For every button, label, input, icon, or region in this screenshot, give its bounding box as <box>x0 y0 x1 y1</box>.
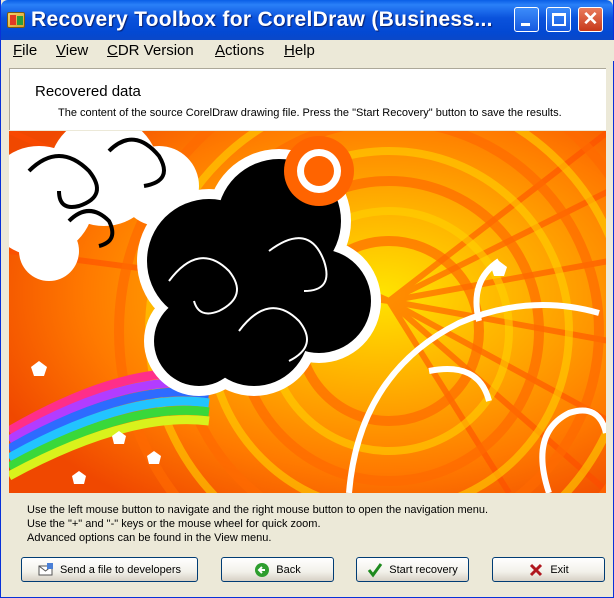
close-icon: ✕ <box>582 9 599 30</box>
hint-line: Advanced options can be found in the Vie… <box>27 532 272 544</box>
x-icon <box>528 562 544 578</box>
send-file-label: Send a file to developers <box>59 563 182 576</box>
app-window: Recovery Toolbox for CorelDraw (Business… <box>0 0 614 598</box>
start-recovery-button[interactable]: Start recovery <box>356 557 469 582</box>
menu-bar: File View CDR Version Actions Help <box>2 40 614 61</box>
page-description: The content of the source CorelDraw draw… <box>58 107 562 119</box>
page-title: Recovered data <box>35 83 141 100</box>
window-title: Recovery Toolbox for CorelDraw (Business… <box>31 8 493 31</box>
send-file-button[interactable]: Send a file to developers <box>21 557 198 582</box>
back-label: Back <box>276 563 301 576</box>
header-panel: Recovered data The content of the source… <box>9 68 606 130</box>
hint-line: Use the left mouse button to navigate an… <box>27 504 489 516</box>
menu-file[interactable]: File <box>13 42 37 59</box>
menu-view[interactable]: View <box>56 42 88 59</box>
back-arrow-icon <box>254 562 270 578</box>
checkmark-icon <box>367 562 383 578</box>
start-recovery-label: Start recovery <box>389 563 458 576</box>
title-bar[interactable]: Recovery Toolbox for CorelDraw (Business… <box>1 0 613 40</box>
menu-help[interactable]: Help <box>284 42 315 59</box>
maximize-button[interactable] <box>546 7 571 32</box>
send-file-icon <box>38 562 54 578</box>
hint-line: Use the "+" and "-" keys or the mouse wh… <box>27 518 321 530</box>
minimize-button[interactable] <box>514 7 539 32</box>
recovered-drawing-image <box>9 131 606 493</box>
menu-actions[interactable]: Actions <box>215 42 264 59</box>
menu-cdr-version[interactable]: CDR Version <box>107 42 194 59</box>
maximize-icon <box>552 13 566 26</box>
hints-text: Use the left mouse button to navigate an… <box>27 503 488 545</box>
close-button[interactable]: ✕ <box>578 7 603 32</box>
back-button[interactable]: Back <box>221 557 334 582</box>
exit-button[interactable]: Exit <box>492 557 605 582</box>
exit-label: Exit <box>550 563 569 576</box>
app-icon[interactable] <box>7 12 25 28</box>
drawing-preview[interactable] <box>9 131 606 493</box>
minimize-icon <box>521 23 530 26</box>
